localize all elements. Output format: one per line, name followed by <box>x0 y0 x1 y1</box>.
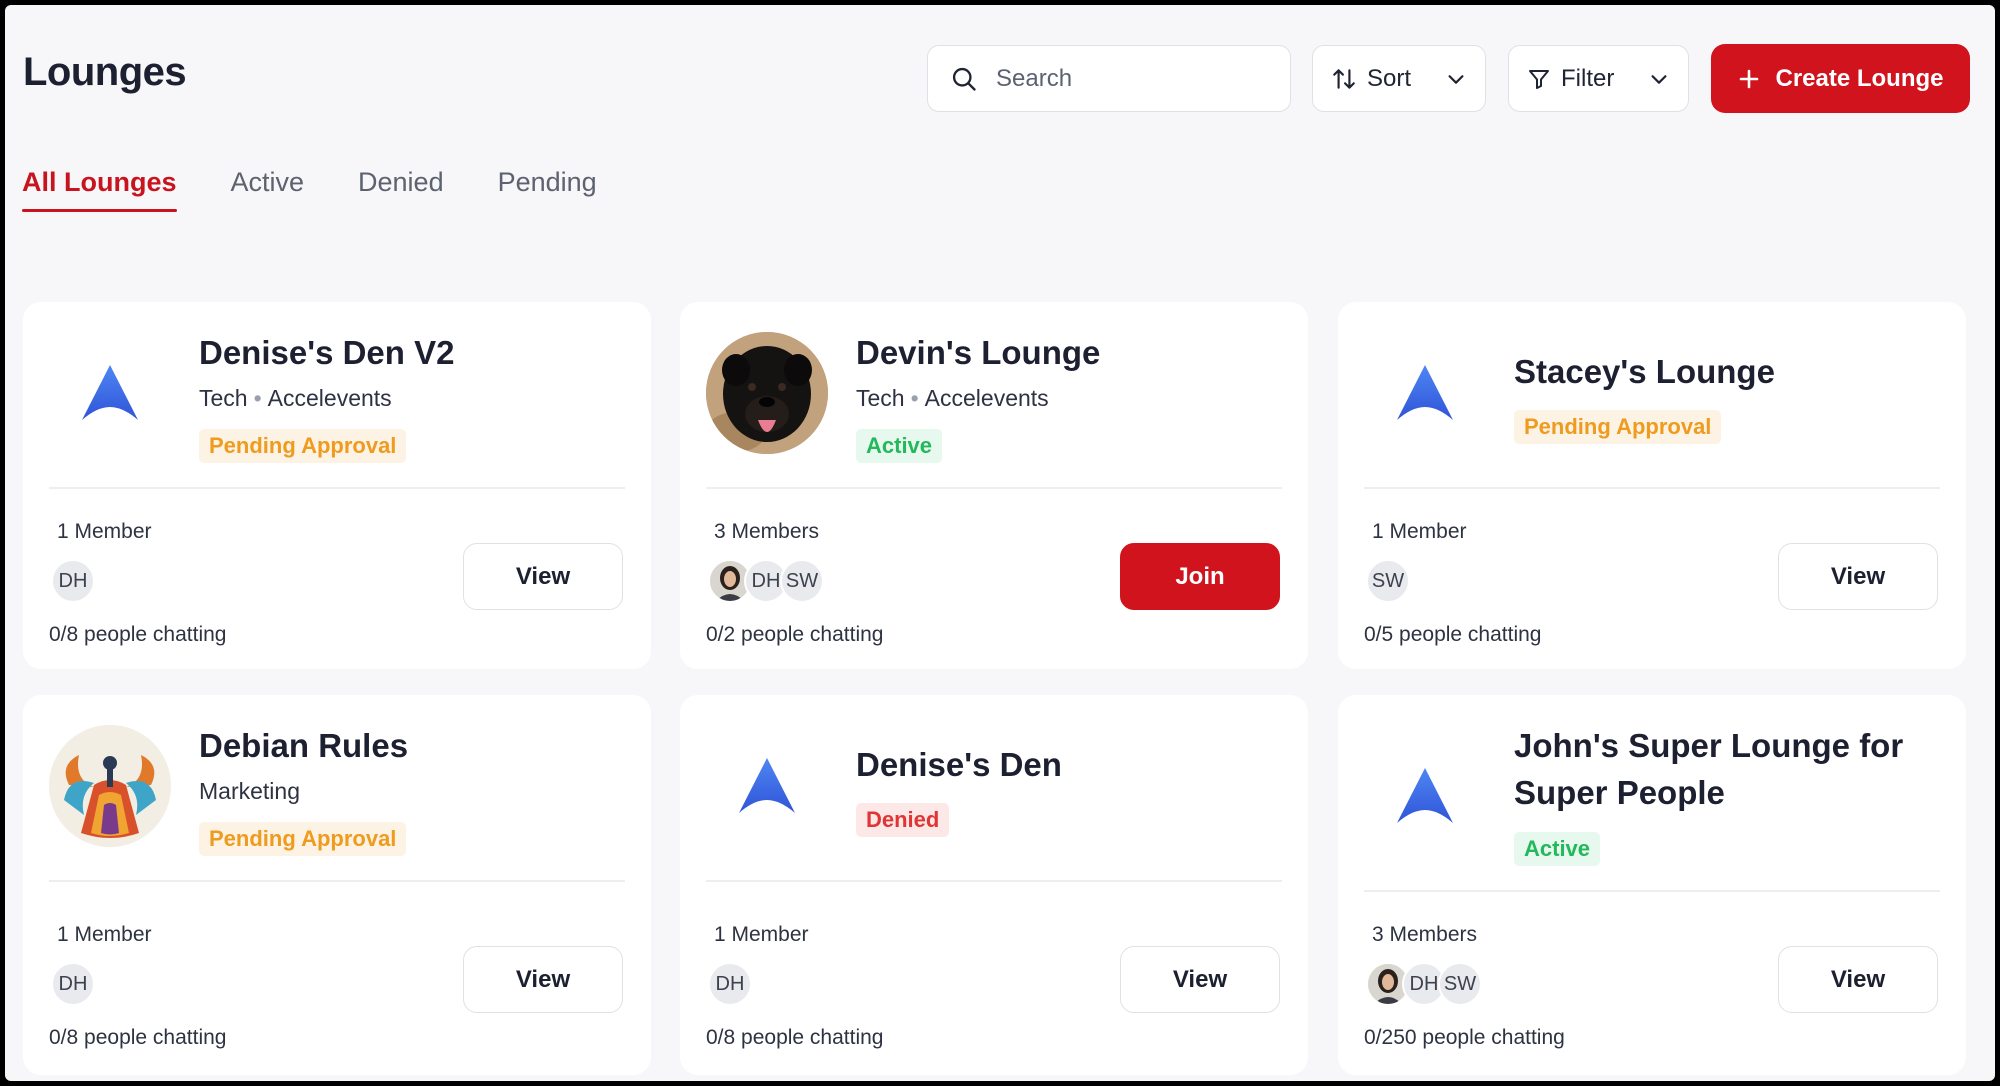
dog-photo <box>706 332 828 454</box>
member-avatars: SW <box>1366 559 1410 603</box>
chevron-down-icon <box>1651 74 1667 84</box>
lounge-subtitle: Tech • Accelevents <box>199 385 392 411</box>
member-avatars: DH SW <box>708 559 824 603</box>
view-button[interactable]: View <box>1120 946 1280 1013</box>
members-count: 1 Member <box>714 923 809 946</box>
members-count: 1 Member <box>57 520 152 543</box>
members-count: 1 Member <box>1372 520 1467 543</box>
members-count: 3 Members <box>714 520 820 543</box>
avatar: DH <box>708 962 752 1006</box>
card-divider <box>49 880 625 882</box>
lounges-page: Lounges Sort Filter Create Lounge All Lo… <box>5 5 1995 1081</box>
lounge-card: Debian Rules Marketing Pending Approval … <box>23 695 651 1075</box>
view-button[interactable]: View <box>1778 543 1938 610</box>
lounge-card: Denise's Den Denied 1 Member DH 0/8 peop… <box>680 695 1308 1075</box>
chatting-count: 0/8 people chatting <box>49 1026 227 1049</box>
sort-arrows-icon <box>1333 68 1355 89</box>
lounge-subtitle: Marketing <box>199 778 300 804</box>
avatar: SW <box>1438 962 1482 1006</box>
chatting-count: 0/8 people chatting <box>706 1026 884 1049</box>
filter-funnel-icon <box>1529 69 1549 89</box>
accelevents-logo-icon <box>49 332 171 454</box>
card-divider <box>1364 487 1940 489</box>
view-button[interactable]: View <box>1778 946 1938 1013</box>
accelevents-logo-icon <box>1364 735 1486 857</box>
filter-label: Filter <box>1561 64 1615 92</box>
create-lounge-button[interactable]: Create Lounge <box>1711 44 1970 113</box>
tab-active[interactable]: Active <box>231 167 305 212</box>
dancer-art-photo <box>49 725 171 847</box>
view-button[interactable]: View <box>463 543 623 610</box>
chatting-count: 0/8 people chatting <box>49 623 227 646</box>
status-badge: Denied <box>856 803 950 837</box>
lounge-card: Stacey's Lounge Pending Approval 1 Membe… <box>1338 302 1966 669</box>
tab-denied[interactable]: Denied <box>358 167 444 212</box>
sort-button[interactable]: Sort <box>1312 45 1486 112</box>
card-divider <box>1364 890 1940 892</box>
chatting-count: 0/5 people chatting <box>1364 623 1542 646</box>
search-icon <box>952 67 976 91</box>
members-count: 3 Members <box>1372 923 1478 946</box>
members-count: 1 Member <box>57 923 152 946</box>
tab-pending[interactable]: Pending <box>498 167 597 212</box>
lounge-title: Devin's Lounge <box>856 334 1101 371</box>
status-badge: Active <box>1514 832 1601 866</box>
card-divider <box>706 880 1282 882</box>
accelevents-logo-icon <box>1364 332 1486 454</box>
avatar: DH <box>51 962 95 1006</box>
lounge-card: John's Super Lounge for Super People Act… <box>1338 695 1966 1075</box>
lounge-title: Denise's Den V2 <box>199 334 455 371</box>
accelevents-logo-icon <box>706 725 828 847</box>
lounge-title: Stacey's Lounge <box>1514 353 1775 390</box>
create-lounge-label: Create Lounge <box>1775 64 1944 92</box>
chatting-count: 0/2 people chatting <box>706 623 884 646</box>
card-divider <box>49 487 625 489</box>
page-title: Lounges <box>23 50 187 94</box>
join-button[interactable]: Join <box>1120 543 1280 610</box>
filter-button[interactable]: Filter <box>1508 45 1689 112</box>
view-button[interactable]: View <box>463 946 623 1013</box>
avatar: DH <box>51 559 95 603</box>
tab-all-lounges[interactable]: All Lounges <box>22 167 177 212</box>
avatar: SW <box>780 559 824 603</box>
status-badge: Active <box>856 429 943 463</box>
search-input[interactable] <box>996 64 1256 93</box>
avatar: SW <box>1366 559 1410 603</box>
search-box[interactable] <box>927 45 1291 112</box>
status-badge: Pending Approval <box>199 429 407 463</box>
member-avatars: DH <box>51 559 95 603</box>
lounge-title: Debian Rules <box>199 727 409 764</box>
member-avatars: DH <box>51 962 95 1006</box>
lounge-title: Denise's Den <box>856 746 1062 783</box>
plus-icon <box>1740 69 1759 88</box>
lounge-tabs: All Lounges Active Denied Pending <box>22 167 597 212</box>
status-badge: Pending Approval <box>1514 410 1722 444</box>
member-avatars: DH <box>708 962 752 1006</box>
card-divider <box>706 487 1282 489</box>
lounge-subtitle: Tech • Accelevents <box>856 385 1049 411</box>
lounge-card: Devin's Lounge Tech • Accelevents Active 3… <box>680 302 1308 669</box>
member-avatars: DH SW <box>1366 962 1482 1006</box>
chatting-count: 0/250 people chatting <box>1364 1026 1565 1049</box>
lounge-card: Denise's Den V2 Tech • Accelevents Pending… <box>23 302 651 669</box>
sort-label: Sort <box>1367 64 1412 92</box>
status-badge: Pending Approval <box>199 822 407 856</box>
lounge-title: John's Super Lounge for Super People <box>1514 727 1904 811</box>
chevron-down-icon <box>1448 74 1464 84</box>
